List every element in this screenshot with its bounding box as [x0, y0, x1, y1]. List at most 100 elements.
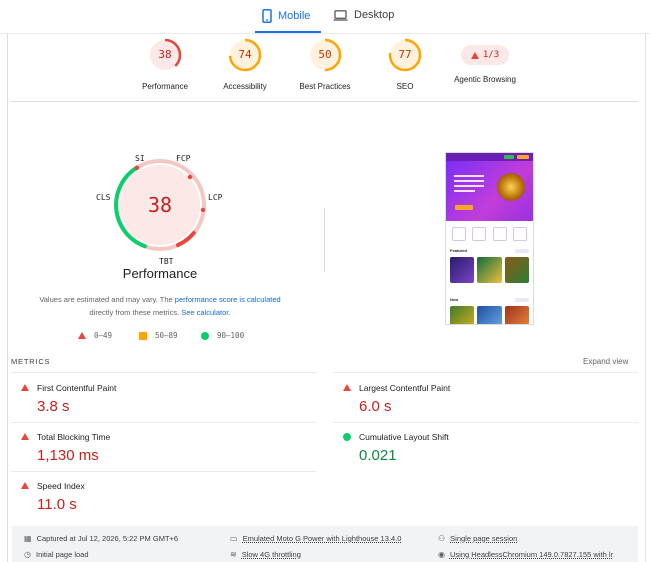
screenshot-header [446, 153, 533, 161]
poor-triangle-icon [21, 433, 29, 440]
performance-score-link[interactable]: performance score is calculated [175, 295, 281, 304]
metric-value: 0.021 [359, 447, 397, 464]
runtime-browser[interactable]: ◉ Using HeadlessChromium 149.0.7827.155 … [438, 550, 613, 559]
metrics-header: METRICS [11, 357, 51, 366]
metric-cls: Cumulative Layout Shift 0.021 [343, 432, 449, 464]
gauge-label: Performance [142, 82, 188, 91]
metric-tbt: Total Blocking Time 1,130 ms [21, 432, 110, 464]
gauge-tag-fcp: FCP [176, 154, 191, 163]
gauge-agentic-browsing[interactable]: 1/3 Agentic Browsing [445, 38, 525, 84]
legend-poor-label: 0–49 [94, 331, 113, 340]
metric-value: 11.0 s [37, 496, 77, 513]
hero-text-lines [454, 175, 484, 195]
game-thumb [450, 257, 475, 283]
gauge-marker-lcp [200, 207, 206, 213]
screenshot-game-row [446, 256, 533, 284]
good-circle-icon [343, 433, 351, 441]
good-circle-icon [201, 331, 209, 340]
gauge-label: SEO [396, 82, 414, 91]
gauge-ring: 38 [148, 38, 182, 72]
poor-triangle-icon [21, 384, 29, 391]
runtime-device[interactable]: ▭ Emulated Moto G Power with Lighthouse … [230, 534, 401, 543]
legend-average: 50–89 [139, 331, 178, 340]
gauge-ring: 50 [308, 38, 342, 72]
gauge-marker-si [134, 165, 140, 171]
poor-triangle-icon [343, 384, 351, 391]
gauge-performance[interactable]: 38 Performance [125, 38, 205, 91]
metric-value: 3.8 s [37, 398, 70, 415]
gauge-accessibility[interactable]: 74 Accessibility [205, 38, 285, 91]
tab-mobile-label: Mobile [278, 10, 311, 22]
gauge-score: 74 [238, 48, 252, 61]
metric-divider [11, 422, 316, 423]
calendar-icon: ▦ [24, 534, 32, 543]
screenshot-game-row [446, 305, 533, 324]
phone-icon [262, 9, 272, 23]
gauge-seo[interactable]: 77 SEO [365, 38, 445, 91]
metric-value: 6.0 s [359, 398, 392, 415]
note-text-2: directly from these metrics. [89, 308, 182, 317]
category-tile [452, 227, 467, 241]
gauge-best-practices[interactable]: 50 Best Practices [285, 38, 365, 91]
gauge-label: Agentic Browsing [454, 75, 516, 84]
category-tile [492, 227, 507, 241]
gauge-marker-fcp [187, 174, 193, 180]
metric-fcp: First Contentful Paint 3.8 s [21, 383, 116, 415]
calculator-link[interactable]: See calculator. [181, 308, 230, 317]
legend-average-label: 50–89 [155, 331, 178, 340]
view-all-pill [515, 248, 529, 253]
runtime-captured-text: Captured at Jul 12, 2026, 5:22 PM GMT+6 [36, 534, 179, 543]
runtime-load: ◷ Initial page load [24, 550, 89, 559]
game-thumb [450, 306, 475, 324]
gauge-tag-tbt: TBT [159, 257, 174, 266]
device-icon: ▭ [230, 534, 238, 543]
tab-mobile[interactable]: Mobile [262, 9, 310, 23]
tab-desktop[interactable]: Desktop [333, 9, 394, 21]
gauge-tag-si: SI [135, 154, 145, 163]
game-thumb [504, 257, 529, 283]
screenshot-hero-banner [446, 161, 533, 221]
gauge-label: Best Practices [299, 82, 351, 91]
section-title: Featured [450, 248, 467, 253]
tabs-divider [0, 33, 650, 34]
metric-name: Largest Contentful Paint [359, 383, 451, 393]
device-tabs: Mobile Desktop [0, 0, 650, 34]
runtime-load-text: Initial page load [35, 550, 89, 559]
fail-triangle-icon [470, 51, 479, 59]
screenshot-section-new: New [446, 294, 533, 305]
gauge-label: Accessibility [223, 82, 267, 91]
metric-divider [333, 422, 638, 423]
panel-border-left [7, 34, 8, 562]
metric-si: Speed Index 11.0 s [21, 481, 85, 513]
browser-icon: ◉ [438, 550, 445, 559]
final-screenshot[interactable]: Featured New [445, 152, 534, 325]
score-note: Values are estimated and may vary. The p… [30, 293, 290, 319]
hero-badge-icon [497, 173, 525, 201]
game-thumb [477, 306, 502, 324]
metric-name: Total Blocking Time [37, 432, 111, 442]
metric-name: Speed Index [37, 481, 85, 491]
poor-triangle-icon [21, 482, 29, 489]
gauge-score: 50 [318, 48, 332, 61]
performance-score: 38 [147, 193, 173, 217]
legend-good: 90–100 [201, 331, 244, 340]
agentic-pill: 1/3 [461, 45, 509, 65]
game-thumb [477, 257, 502, 283]
runtime-session[interactable]: ⚇ Single page session [438, 534, 517, 543]
session-icon: ⚇ [438, 534, 446, 543]
gauge-score: 77 [398, 48, 412, 61]
metric-lcp: Largest Contentful Paint 6.0 s [343, 383, 450, 415]
screenshot-section-featured: Featured [446, 245, 533, 256]
panel-border-right [645, 34, 646, 562]
expand-view-toggle[interactable]: Expand view [583, 357, 628, 366]
runtime-captured: ▦ Captured at Jul 12, 2026, 5:22 PM GMT+… [24, 534, 178, 543]
note-text-1: Values are estimated and may vary. The [39, 295, 175, 304]
runtime-throttling[interactable]: ≋ Slow 4G throttling [230, 550, 301, 559]
vertical-separator [324, 208, 325, 272]
performance-title: Performance [122, 266, 198, 281]
runtime-device-text: Emulated Moto G Power with Lighthouse 13… [242, 534, 402, 543]
screenshot-login-button [504, 155, 514, 159]
poor-triangle-icon [78, 332, 86, 339]
average-square-icon [139, 331, 147, 340]
view-all-pill [515, 297, 529, 302]
